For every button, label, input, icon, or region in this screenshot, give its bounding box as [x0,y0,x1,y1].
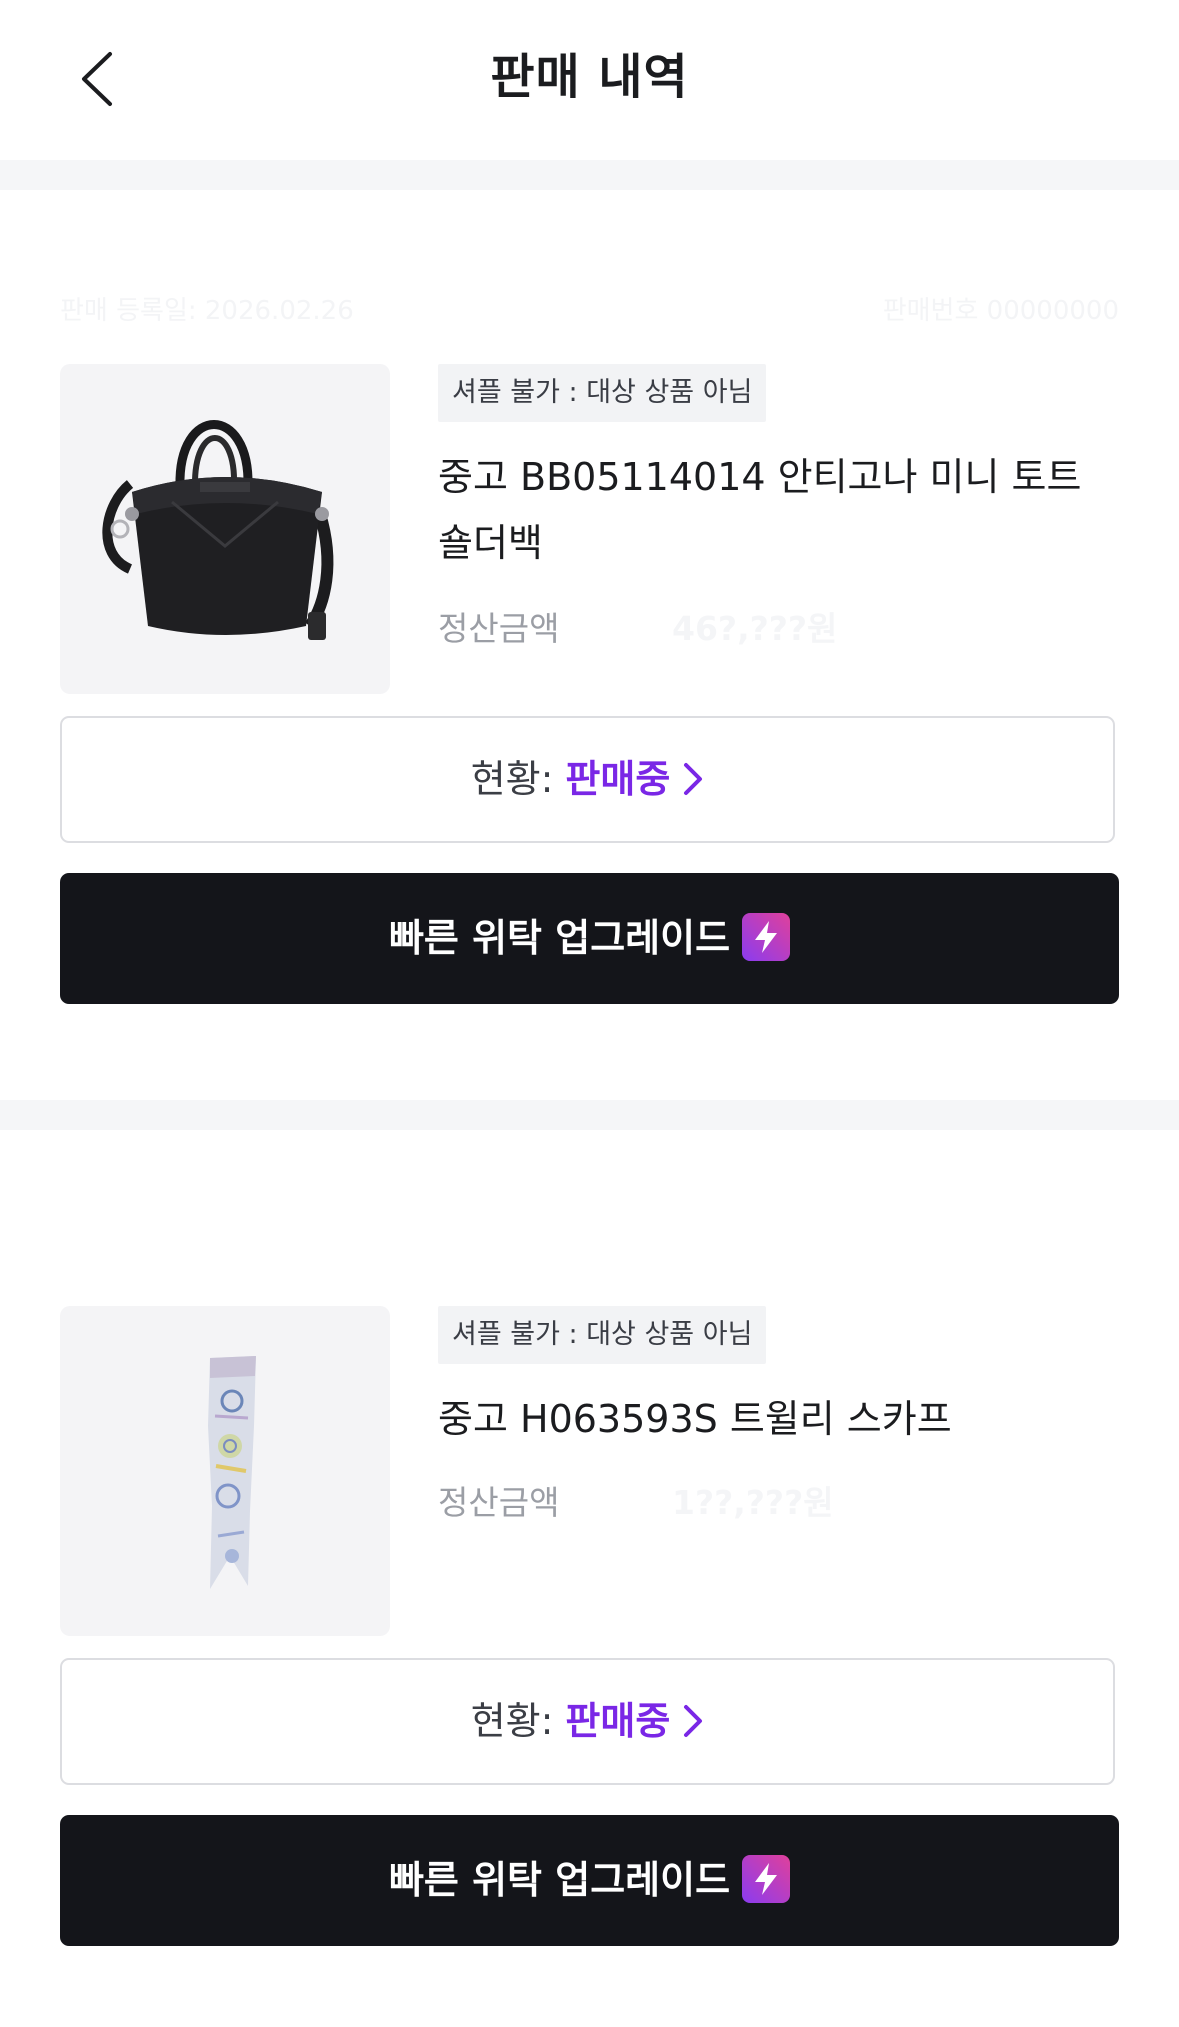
sale-meta-row: 판매 등록일: 2026.02.26 판매번호 00000000 [60,290,1119,330]
status-button[interactable]: 현황: 판매중 [60,1658,1115,1785]
settlement-amount-label: 정산금액 [438,1483,560,1522]
registered-date: 판매 등록일: 2026.02.26 [60,296,354,326]
status-label: 현황: [470,757,554,801]
fast-consignment-upgrade-button[interactable]: 빠른 위탁 업그레이드 [60,1815,1119,1946]
shuffle-badge: 셔플 불가 : 대상 상품 아님 [438,364,767,422]
product-image[interactable] [60,364,390,694]
order-number: 판매번호 00000000 [882,296,1119,326]
status-value: 판매중 [565,1699,671,1743]
chevron-right-icon [684,762,703,795]
app-header: 판매 내역 [0,0,1179,158]
product-title[interactable]: 중고 BB05114014 안티고나 미니 토트 숄더백 [438,444,1118,576]
product-title[interactable]: 중고 H063593S 트윌리 스카프 [438,1386,1118,1452]
upgrade-label: 빠른 위탁 업그레이드 [388,1858,731,1902]
upgrade-label: 빠른 위탁 업그레이드 [388,916,731,960]
product-image[interactable] [60,1306,390,1636]
shuffle-badge: 셔플 불가 : 대상 상품 아님 [438,1306,767,1364]
settlement-amount-label: 정산금액 [438,609,560,648]
scarf-image [208,1356,256,1589]
page-title: 판매 내역 [490,49,689,105]
section-divider [0,160,1179,190]
section-divider [0,1100,1179,1130]
lightning-icon [742,1854,791,1903]
settlement-amount-value: 1??,???원 [672,1483,834,1522]
chevron-right-icon [684,1704,703,1737]
status-label: 현황: [470,1699,554,1743]
fast-consignment-upgrade-button[interactable]: 빠른 위탁 업그레이드 [60,873,1119,1004]
settlement-amount-value: 46?,???원 [672,609,838,648]
status-value: 판매중 [565,757,671,801]
lightning-icon [742,912,791,961]
sale-meta-row [60,1238,1119,1278]
status-button[interactable]: 현황: 판매중 [60,716,1115,843]
handbag-image [102,420,334,640]
